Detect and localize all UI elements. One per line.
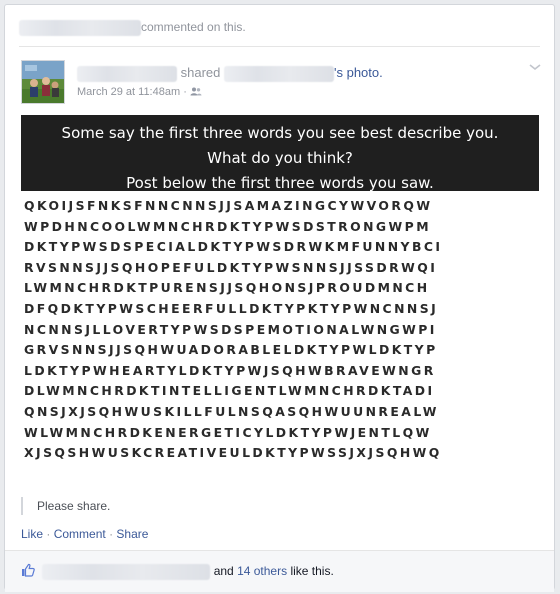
meta-separator: · [183, 86, 187, 98]
action-links: Like · Comment · Share [21, 526, 148, 542]
action-separator: · [46, 527, 51, 541]
friends-audience-icon[interactable] [190, 87, 202, 96]
grid-row: LWMNCHRDKTPURENSJJSQHONSJPROUDMNCH [24, 280, 430, 296]
redacted-name [19, 19, 141, 36]
grid-row: DFQDKTYPWSCHEERFULLDKTYPKTYPWNCNNSJ [24, 300, 439, 316]
grid-row: DKTYPWSDSPECIALDKTYPWSDRWKMFUNNYBCI [24, 239, 443, 255]
activity-line: commented on this. [19, 17, 246, 37]
likes-summary: and 14 others like this. [5, 550, 554, 592]
puzzle-heading-line: Some say the first three words you see b… [61, 124, 499, 142]
grid-row: DLWMNCHRDKTINTELLIGENTLWMNCHRDKTADI [24, 383, 435, 399]
grid-row: QNSJXJSQHWUSKILLFULNSQASQHWUUNREALW [24, 403, 439, 419]
share-link[interactable]: Share [116, 527, 148, 541]
divider [19, 46, 540, 47]
story-card: commented on this. shared 's photo. Marc… [4, 4, 555, 592]
caption-quote: Please share. [21, 497, 110, 515]
likes-line: and 14 others like this. [21, 563, 334, 580]
photo-attachment[interactable]: Some say the first three words you see b… [21, 115, 539, 490]
timestamp-link[interactable]: March 29 at 11:48am [77, 86, 180, 98]
photo-link[interactable]: 's photo. [334, 65, 383, 80]
grid-row: GRVSNNSJJSQHWUADORABLELDKTYPWLDKTYP [24, 342, 438, 358]
others-link[interactable]: 14 others [237, 564, 287, 578]
word-search-grid: QKOIJSFNKSFNNCNNSJJSAMAZINGCYWVORQW WPDH… [21, 191, 539, 464]
redacted-likers[interactable] [42, 563, 211, 580]
comment-link[interactable]: Comment [54, 527, 106, 541]
grid-row: RVSNNSJJSQHOPEFULDKTYPWSNNSJJSSDRWQI [24, 259, 438, 275]
grid-row: XJSQSHWUSKCREATIVEULDKTYPWSSJXJSQHWQ [24, 445, 442, 461]
action-separator: · [109, 527, 114, 541]
puzzle-banner: Some say the first three words you see b… [21, 115, 539, 192]
grid-row: NCNNSJLLOVERTYPWSDSPEMOTIONALWNGWPI [24, 321, 437, 337]
avatar[interactable] [21, 60, 65, 104]
grid-row: LDKTYPWHEARTYLDKTYPWJSQHWBRAVEWNGR [24, 362, 436, 378]
thumbs-up-icon[interactable] [21, 563, 35, 577]
likes-suffix: like this. [290, 564, 334, 578]
redacted-sharer[interactable] [77, 65, 177, 82]
like-link[interactable]: Like [21, 527, 43, 541]
grid-row: WLWMNCHRDKENERGETICYLDKTYPWJENTLQW [24, 424, 432, 440]
activity-text: commented on this. [141, 20, 246, 34]
shared-word: shared [180, 65, 221, 80]
puzzle-heading-line: What do you think? [207, 149, 353, 167]
chevron-down-icon[interactable] [528, 62, 542, 72]
post-header: shared 's photo. [77, 65, 383, 82]
grid-row: WPDHNCOOLWMNCHRDKTYPWSDSTRONGWPM [24, 218, 431, 234]
grid-row: QKOIJSFNKSFNNCNNSJJSAMAZINGCYWVORQW [24, 198, 433, 213]
likes-and: and [213, 564, 234, 578]
post-meta: March 29 at 11:48am · [77, 85, 202, 99]
redacted-owner[interactable] [224, 65, 334, 82]
avatar-photo [22, 61, 64, 103]
